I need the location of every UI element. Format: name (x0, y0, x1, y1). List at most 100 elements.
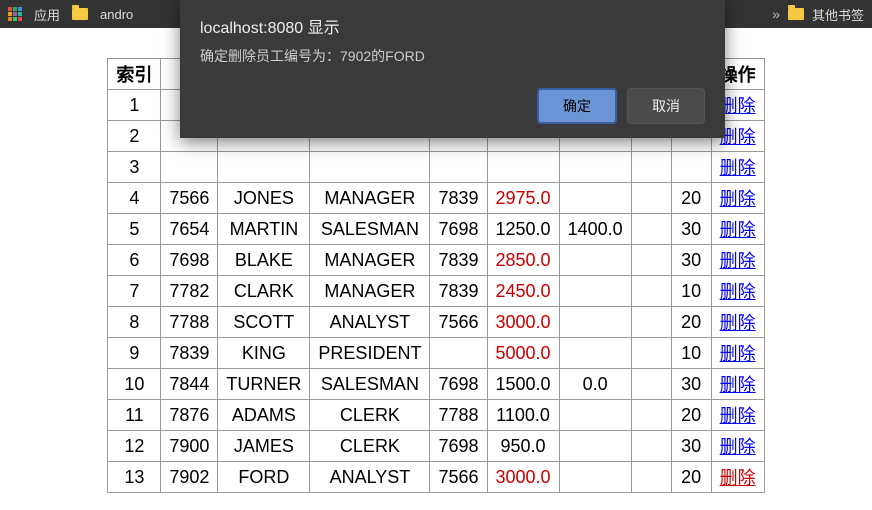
table-cell: MANAGER (310, 245, 430, 276)
table-body: 1删除2删除3删除47566JONESMANAGER78392975.020删除… (108, 90, 764, 493)
table-row: 87788SCOTTANALYST75663000.020删除 (108, 307, 764, 338)
table-cell: 7876 (161, 400, 218, 431)
table-cell: 1400.0 (559, 214, 631, 245)
table-cell-action: 删除 (711, 400, 764, 431)
table-row: 47566JONESMANAGER78392975.020删除 (108, 183, 764, 214)
table-cell: 5000.0 (487, 338, 559, 369)
table-row: 137902FORDANALYST75663000.020删除 (108, 462, 764, 493)
delete-link[interactable]: 删除 (720, 375, 756, 395)
table-cell-action: 删除 (711, 276, 764, 307)
table-cell (310, 152, 430, 183)
other-bookmarks-label[interactable]: 其他书签 (812, 5, 864, 24)
table-cell: 20 (671, 462, 711, 493)
table-cell: 7698 (161, 245, 218, 276)
table-cell: 7900 (161, 431, 218, 462)
table-cell (631, 400, 671, 431)
delete-link[interactable]: 删除 (720, 282, 756, 302)
table-cell: 10 (671, 276, 711, 307)
delete-link[interactable]: 删除 (720, 127, 756, 147)
overflow-chevron-icon[interactable]: » (772, 6, 780, 22)
table-cell: 1100.0 (487, 400, 559, 431)
table-cell: 20 (671, 307, 711, 338)
table-cell: 13 (108, 462, 161, 493)
table-cell: CLARK (218, 276, 310, 307)
table-cell-action: 删除 (711, 369, 764, 400)
table-cell: 7566 (430, 462, 487, 493)
delete-link[interactable]: 删除 (720, 406, 756, 426)
table-cell (559, 152, 631, 183)
table-cell: JONES (218, 183, 310, 214)
table-cell (631, 276, 671, 307)
table-cell: 7654 (161, 214, 218, 245)
table-cell: 7566 (161, 183, 218, 214)
table-cell: 7566 (430, 307, 487, 338)
table-cell (430, 152, 487, 183)
table-cell: 20 (671, 400, 711, 431)
table-cell (559, 462, 631, 493)
delete-link[interactable]: 删除 (720, 251, 756, 271)
table-cell (631, 338, 671, 369)
table-cell: MARTIN (218, 214, 310, 245)
table-cell: PRESIDENT (310, 338, 430, 369)
table-cell: TURNER (218, 369, 310, 400)
table-cell: 7 (108, 276, 161, 307)
table-cell-action: 删除 (711, 338, 764, 369)
table-cell (631, 152, 671, 183)
delete-link[interactable]: 删除 (720, 158, 756, 178)
delete-link[interactable]: 删除 (720, 96, 756, 116)
table-cell: 10 (108, 369, 161, 400)
table-cell: 7698 (430, 214, 487, 245)
table-cell (671, 152, 711, 183)
table-cell (631, 462, 671, 493)
dialog-message: 确定删除员工编号为：7902的FORD (200, 46, 705, 66)
table-cell: 1500.0 (487, 369, 559, 400)
table-cell (631, 214, 671, 245)
table-cell: 1 (108, 90, 161, 121)
table-cell: 12 (108, 431, 161, 462)
table-cell-action: 删除 (711, 431, 764, 462)
table-row: 3 删除 (108, 152, 764, 183)
bookmark-folder-label[interactable]: andro (100, 7, 133, 22)
table-cell: MANAGER (310, 276, 430, 307)
table-cell: 30 (671, 369, 711, 400)
table-cell (559, 307, 631, 338)
table-cell (559, 183, 631, 214)
table-cell: SALESMAN (310, 214, 430, 245)
table-cell: 2 (108, 121, 161, 152)
dialog-ok-button[interactable]: 确定 (537, 88, 617, 124)
dialog-title: localhost:8080 显示 (200, 14, 705, 38)
folder-icon[interactable] (788, 8, 804, 20)
delete-link[interactable]: 删除 (720, 344, 756, 364)
table-cell: 20 (671, 183, 711, 214)
table-cell: 4 (108, 183, 161, 214)
table-cell (161, 152, 218, 183)
table-cell-action: 删除 (711, 245, 764, 276)
table-cell (559, 245, 631, 276)
delete-link[interactable]: 删除 (720, 313, 756, 333)
table-cell: 1250.0 (487, 214, 559, 245)
delete-link[interactable]: 删除 (720, 189, 756, 209)
delete-link[interactable]: 删除 (720, 468, 756, 488)
table-cell (430, 338, 487, 369)
table-cell: 0.0 (559, 369, 631, 400)
table-header-cell: 索引 (108, 59, 161, 90)
delete-link[interactable]: 删除 (720, 220, 756, 240)
table-cell: 5 (108, 214, 161, 245)
table-cell (218, 152, 310, 183)
table-cell (631, 307, 671, 338)
table-cell: 7839 (430, 245, 487, 276)
apps-icon[interactable] (8, 7, 22, 21)
dialog-cancel-button[interactable]: 取消 (627, 88, 705, 124)
table-cell: 3 (108, 152, 161, 183)
table-cell: 7902 (161, 462, 218, 493)
apps-label[interactable]: 应用 (34, 5, 60, 24)
table-cell (631, 245, 671, 276)
folder-icon[interactable] (72, 8, 88, 20)
table-cell: FORD (218, 462, 310, 493)
table-cell: 950.0 (487, 431, 559, 462)
table-cell: 11 (108, 400, 161, 431)
table-row: 67698BLAKEMANAGER78392850.030删除 (108, 245, 764, 276)
table-cell (559, 276, 631, 307)
delete-link[interactable]: 删除 (720, 437, 756, 457)
table-cell: ADAMS (218, 400, 310, 431)
